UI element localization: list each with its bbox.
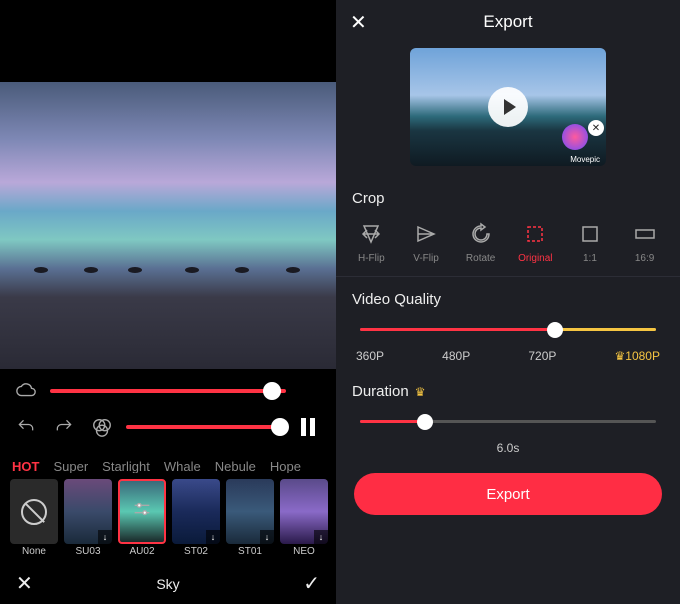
effect-intensity-slider[interactable] <box>50 389 286 393</box>
effect-label: NEO <box>293 546 315 557</box>
crop-option[interactable]: 16:9 <box>620 221 670 264</box>
category-tabs: HOT Super Starlight Whale Nebule Hope <box>0 453 336 473</box>
crop-icon <box>632 221 658 247</box>
effect-item[interactable]: ↓ SU03 <box>64 479 112 557</box>
crown-icon: ♛ <box>415 385 426 399</box>
quality-labels: 360P 480P 720P ♛1080P <box>336 337 680 369</box>
category-tab[interactable]: Nebule <box>215 459 256 473</box>
quality-slider[interactable] <box>360 328 656 331</box>
category-tab[interactable]: Super <box>53 459 88 473</box>
close-button[interactable]: ✕ <box>350 10 367 35</box>
editor-panel: HOT Super Starlight Whale Nebule Hope None ↓ SU… <box>0 0 336 604</box>
watermark-badge[interactable]: ✕ Movepic <box>562 124 600 162</box>
effect-label: None <box>22 546 46 557</box>
crop-option[interactable]: V-Flip <box>401 221 451 264</box>
cloud-icon[interactable] <box>12 377 40 405</box>
crop-icon <box>522 221 548 247</box>
category-tab[interactable]: HOT <box>12 459 39 473</box>
filter-intensity-slider[interactable] <box>126 425 286 429</box>
effect-item[interactable]: None <box>10 479 58 557</box>
quality-option[interactable]: 360P <box>356 349 384 363</box>
preview-thumbnail[interactable]: ✕ Movepic <box>410 48 606 166</box>
preview-area[interactable] <box>0 82 336 369</box>
quality-option[interactable]: 480P <box>442 349 470 363</box>
export-panel: ✕ Export ✕ Movepic Crop H-FlipV-FlipRota… <box>336 0 680 604</box>
bottom-bar: ✕ Sky ✓ <box>0 563 336 604</box>
crop-option[interactable]: Rotate <box>456 221 506 264</box>
crop-icon <box>358 221 384 247</box>
adjust-icon <box>131 498 153 525</box>
pause-button[interactable] <box>296 413 324 441</box>
crop-options: H-FlipV-FlipRotateOriginal1:116:9 <box>336 217 680 277</box>
download-icon: ↓ <box>98 530 112 544</box>
effect-item[interactable]: AU02 <box>118 479 166 557</box>
crop-icon <box>413 221 439 247</box>
download-icon: ↓ <box>314 530 328 544</box>
crop-option[interactable]: 1:1 <box>565 221 615 264</box>
redo-icon[interactable] <box>50 413 78 441</box>
cancel-button[interactable]: ✕ <box>16 571 33 596</box>
category-tab[interactable]: Whale <box>164 459 201 473</box>
quality-option[interactable]: 720P <box>528 349 556 363</box>
download-icon: ↓ <box>206 530 220 544</box>
effect-strip: None ↓ SU03 AU02 ↓ ST02 ↓ ST01 ↓ NEO <box>0 473 336 563</box>
category-tab[interactable]: Hope <box>270 459 301 473</box>
remove-watermark-icon[interactable]: ✕ <box>588 120 604 136</box>
play-button[interactable] <box>488 87 528 127</box>
filter-icon[interactable] <box>88 413 116 441</box>
effect-label: ST02 <box>184 546 208 557</box>
effect-item[interactable]: ↓ ST02 <box>172 479 220 557</box>
crop-icon <box>468 221 494 247</box>
effect-item[interactable]: ↓ NEO <box>280 479 328 557</box>
effect-label: AU02 <box>129 546 154 557</box>
undo-icon[interactable] <box>12 413 40 441</box>
quality-option[interactable]: ♛1080P <box>615 349 660 363</box>
category-tab[interactable]: Starlight <box>102 459 150 473</box>
export-title: Export <box>483 12 532 32</box>
effect-label: ST01 <box>238 546 262 557</box>
effect-label: SU03 <box>75 546 100 557</box>
quality-label: Video Quality <box>336 277 680 318</box>
crop-option[interactable]: H-Flip <box>346 221 396 264</box>
export-button[interactable]: Export <box>354 473 662 515</box>
crop-icon <box>577 221 603 247</box>
duration-value: 6.0s <box>336 429 680 463</box>
crop-label: Crop <box>336 176 680 217</box>
confirm-button[interactable]: ✓ <box>303 571 320 596</box>
effect-item[interactable]: ↓ ST01 <box>226 479 274 557</box>
download-icon: ↓ <box>260 530 274 544</box>
duration-slider[interactable] <box>360 420 656 423</box>
duration-label: Duration ♛ <box>336 369 680 410</box>
crop-option[interactable]: Original <box>510 221 560 264</box>
section-title: Sky <box>156 576 179 592</box>
